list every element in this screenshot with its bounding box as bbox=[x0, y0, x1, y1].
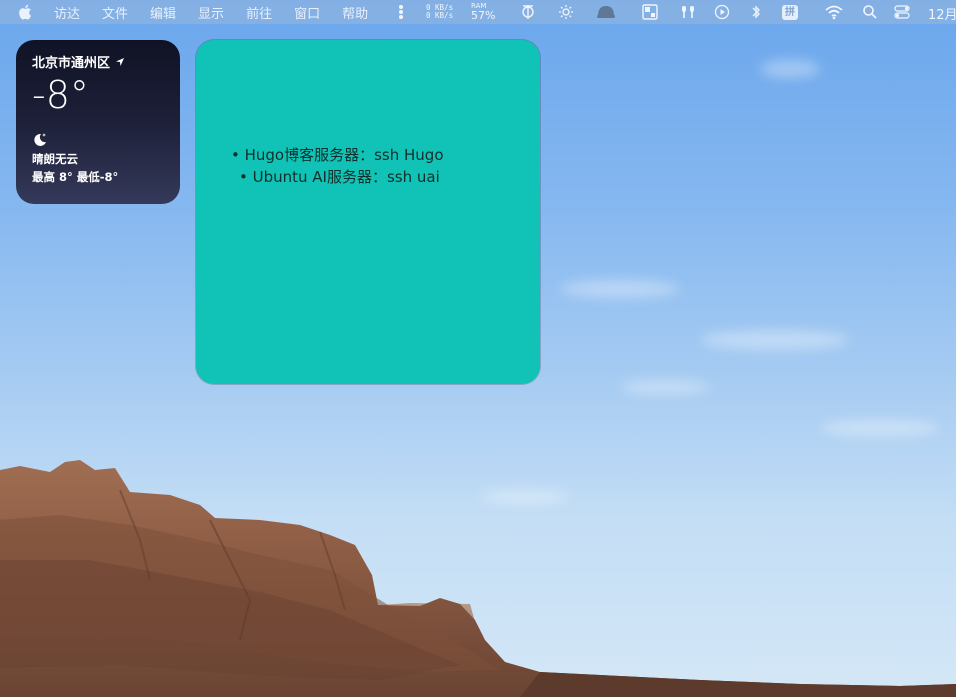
menu-edit[interactable]: 编辑 bbox=[150, 3, 176, 22]
ram-value: 57% bbox=[471, 9, 496, 22]
ram-monitor[interactable]: RAM 57% bbox=[471, 3, 496, 22]
search-icon[interactable] bbox=[862, 4, 878, 20]
network-speed[interactable]: 0 KB/s 0 KB/s bbox=[426, 4, 453, 20]
net-download: 0 KB/s bbox=[426, 11, 454, 20]
window-layout-icon[interactable] bbox=[642, 4, 658, 20]
menu-dots-icon[interactable] bbox=[398, 4, 404, 20]
note-line: • Hugo博客服务器：ssh Hugo bbox=[231, 146, 444, 164]
weather-high-low: 最高 8° 最低-8° bbox=[32, 170, 119, 184]
weather-location: 北京市通州区 bbox=[32, 52, 164, 71]
moon-icon bbox=[34, 133, 46, 146]
desktop: 访达 文件 编辑 显示 前往 窗口 帮助 0 KB/s 0 KB/s RAM 5… bbox=[0, 0, 956, 697]
weather-temperature: -8° bbox=[32, 73, 89, 117]
weather-location-label: 北京市通州区 bbox=[32, 56, 111, 71]
weather-condition: 晴朗无云 bbox=[32, 152, 78, 166]
mask-icon[interactable] bbox=[596, 4, 616, 20]
menu-go[interactable]: 前往 bbox=[246, 3, 272, 22]
bluetooth-icon[interactable] bbox=[750, 4, 762, 20]
brightness-icon[interactable] bbox=[558, 4, 574, 20]
network-icon[interactable] bbox=[520, 4, 536, 20]
menu-view[interactable]: 显示 bbox=[198, 3, 224, 22]
play-icon[interactable] bbox=[714, 4, 730, 20]
menu-window[interactable]: 窗口 bbox=[294, 3, 320, 22]
apple-icon[interactable] bbox=[18, 4, 32, 20]
control-center-icon[interactable] bbox=[894, 4, 910, 20]
weather-widget[interactable]: 北京市通州区 -8° 晴朗无云 最高 8° 最低-8° bbox=[16, 40, 180, 204]
menu-finder[interactable]: 访达 bbox=[54, 3, 80, 22]
menu-clock[interactable]: 12月 bbox=[928, 4, 956, 23]
note-line: • Ubuntu AI服务器：ssh uai bbox=[239, 168, 440, 186]
menu-help[interactable]: 帮助 bbox=[342, 3, 368, 22]
menu-bar: 访达 文件 编辑 显示 前往 窗口 帮助 0 KB/s 0 KB/s RAM 5… bbox=[0, 0, 956, 24]
menu-file[interactable]: 文件 bbox=[102, 3, 128, 22]
location-arrow-icon bbox=[116, 57, 125, 66]
note-widget[interactable]: • Hugo博客服务器：ssh Hugo • Ubuntu AI服务器：ssh … bbox=[196, 40, 540, 384]
wifi-icon[interactable] bbox=[824, 4, 844, 20]
input-method-badge[interactable]: 拼 bbox=[782, 5, 798, 20]
airpods-icon[interactable] bbox=[680, 4, 696, 20]
